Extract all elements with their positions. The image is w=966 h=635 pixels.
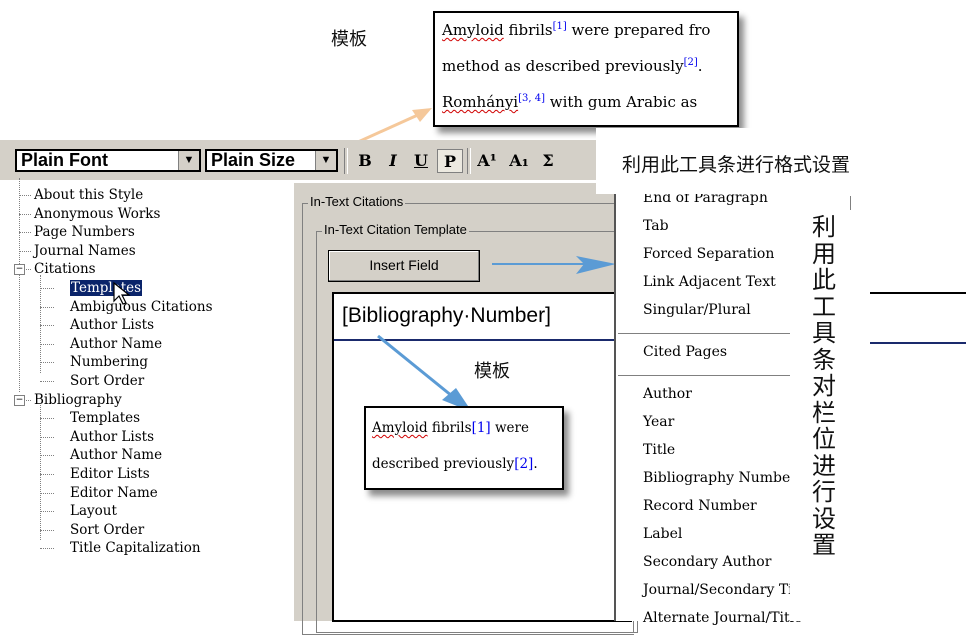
blue-arrow-icon xyxy=(492,256,616,274)
tree-item[interactable]: Editor Lists xyxy=(70,465,150,483)
tree-item[interactable]: Editor Name xyxy=(70,484,158,502)
tree-connector xyxy=(40,325,54,327)
menu-item[interactable]: Record Number xyxy=(643,497,757,515)
tree-connector xyxy=(40,474,54,475)
tree-connector xyxy=(40,492,54,494)
group-title-template: In-Text Citation Template xyxy=(322,222,469,237)
menu-item[interactable]: Label xyxy=(643,525,682,543)
tree-item[interactable]: Layout xyxy=(70,502,117,520)
tree-connector xyxy=(19,178,20,392)
tree-item[interactable]: Author Lists xyxy=(70,316,154,334)
tree-connector xyxy=(40,381,54,382)
tree-item[interactable]: Title Capitalization xyxy=(70,539,201,557)
toolbar-divider xyxy=(467,148,471,174)
sample-mid-line-2: described previously[2]. xyxy=(372,456,538,472)
menu-item[interactable]: Journal/Secondary Title xyxy=(643,581,811,599)
menu-item[interactable]: Tab xyxy=(643,217,669,235)
tree-item[interactable]: Citations xyxy=(34,260,96,278)
tree-connector xyxy=(40,343,54,345)
mouse-cursor-icon xyxy=(113,281,131,305)
symbol-button[interactable]: Σ xyxy=(536,149,560,173)
tree-connector xyxy=(40,275,41,373)
sample-line-2: method as described previously[2]. xyxy=(442,57,703,75)
chevron-down-icon[interactable]: ▼ xyxy=(315,151,336,170)
menu-item[interactable]: Alternate Journal/Title xyxy=(643,609,802,627)
tree-item[interactable]: Templates xyxy=(70,409,140,427)
group-border-fragment xyxy=(850,196,851,210)
tree-connector xyxy=(19,250,31,252)
superscript-button[interactable]: A¹ xyxy=(472,149,502,173)
italic-button[interactable]: I xyxy=(380,149,406,173)
collapse-icon[interactable]: − xyxy=(14,394,25,406)
style-tree: About this Style Anonymous Works Page Numb… xyxy=(14,178,286,621)
tree-connector xyxy=(40,306,54,308)
menu-item[interactable]: Secondary Author xyxy=(643,553,771,571)
menu-item[interactable]: Author xyxy=(643,385,692,403)
collapse-icon[interactable]: − xyxy=(14,264,25,276)
menu-separator xyxy=(618,333,792,334)
menu-item[interactable]: Bibliography Number xyxy=(643,469,797,487)
tree-item[interactable]: Journal Names xyxy=(34,242,136,260)
tree-item[interactable]: Sort Order xyxy=(70,372,144,390)
tree-connector xyxy=(40,455,54,457)
tree-connector xyxy=(40,529,54,531)
tree-connector xyxy=(19,232,31,234)
tree-connector xyxy=(40,436,54,438)
tree-connector xyxy=(40,511,54,513)
tree-connector xyxy=(40,548,54,550)
menu-separator xyxy=(618,375,792,376)
chevron-down-icon[interactable]: ▼ xyxy=(178,151,199,170)
tree-item[interactable]: Author Name xyxy=(70,446,162,464)
sample-mid-line-1: Amyloid fibrils[1] were xyxy=(372,420,529,436)
insert-field-button[interactable]: Insert Field xyxy=(328,250,480,282)
menu-item[interactable]: Forced Separation xyxy=(643,245,774,263)
field-annotation: 利用此工具条对栏位进行设置 xyxy=(812,213,836,559)
tree-item[interactable]: Bibliography xyxy=(34,391,122,409)
editor-right-edge xyxy=(870,292,966,344)
tree-item[interactable]: About this Style xyxy=(34,186,143,204)
plain-button[interactable]: P xyxy=(437,149,463,173)
sample-line-1: Amyloid fibrils[1] were prepared fro xyxy=(442,21,711,39)
tree-item[interactable]: Page Numbers xyxy=(34,223,135,241)
tree-item[interactable]: Author Name xyxy=(70,335,162,353)
tree-connector xyxy=(40,418,54,420)
template-field-text: [Bibliography·Number] xyxy=(342,304,551,327)
sample-citation-output-mid: Amyloid fibrils[1] were described previo… xyxy=(364,406,564,490)
sample-line-3: Romhányi[3, 4] with gum Arabic as xyxy=(442,93,698,111)
underline-button[interactable]: U xyxy=(408,149,434,173)
menu-item[interactable]: Cited Pages xyxy=(643,343,727,361)
menu-item[interactable]: Link Adjacent Text xyxy=(643,273,776,291)
menu-item[interactable]: Singular/Plural xyxy=(643,301,751,319)
bold-button[interactable]: B xyxy=(352,149,378,173)
size-select[interactable]: Plain Size ▼ xyxy=(205,149,338,172)
tree-item[interactable]: Numbering xyxy=(70,353,148,371)
tree-item[interactable]: Sort Order xyxy=(70,521,144,539)
tree-connector xyxy=(19,213,31,215)
tree-connector xyxy=(40,362,54,364)
tree-connector xyxy=(19,195,31,196)
font-select[interactable]: Plain Font ▼ xyxy=(15,149,201,172)
tree-item[interactable]: Author Lists xyxy=(70,428,154,446)
toolbar-annotation: 利用此工具条进行格式设置 xyxy=(622,154,851,176)
sample-citation-output-top: Amyloid fibrils[1] were prepared fro met… xyxy=(433,11,739,127)
tree-connector xyxy=(40,288,54,289)
menu-item[interactable]: Year xyxy=(643,413,674,431)
tree-item[interactable]: Anonymous Works xyxy=(34,205,160,223)
template-annotation-top: 模板 xyxy=(331,29,367,50)
subscript-button[interactable]: A₁ xyxy=(504,149,534,173)
toolbar-divider xyxy=(344,148,348,174)
tree-item[interactable]: Ambiguous Citations xyxy=(70,298,213,316)
group-title-in-text-citations: In-Text Citations xyxy=(308,194,406,209)
menu-item[interactable]: Title xyxy=(643,441,675,459)
tree-connector xyxy=(40,405,41,541)
